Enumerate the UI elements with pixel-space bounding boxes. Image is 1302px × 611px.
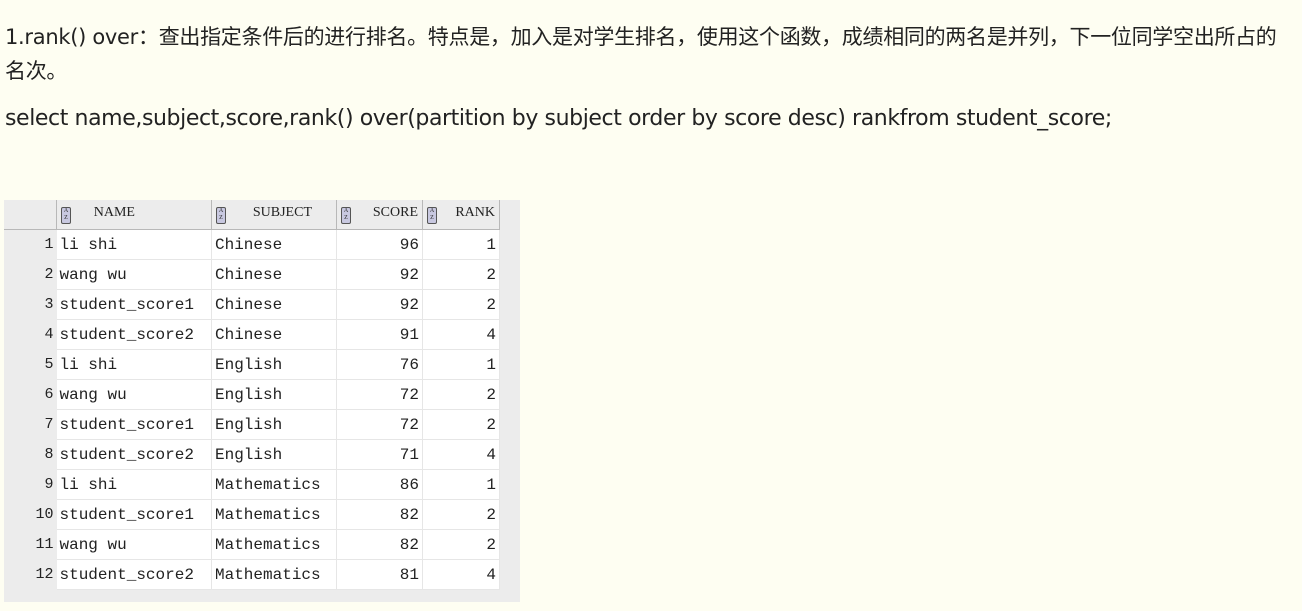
table-row[interactable]: 4 student_score2 Chinese 91 4	[4, 319, 500, 350]
cell-rank[interactable]: 2	[422, 529, 500, 560]
cell-subject[interactable]: Mathematics	[211, 499, 337, 530]
cell-name[interactable]: student_score1	[56, 289, 212, 320]
cell-score[interactable]: 91	[336, 319, 423, 350]
sort-icon[interactable]: AZ	[216, 207, 226, 224]
table-row[interactable]: 12 student_score2 Mathematics 81 4	[4, 559, 500, 590]
cell-subject[interactable]: English	[211, 409, 337, 440]
row-number: 11	[4, 529, 57, 560]
cell-rank[interactable]: 1	[422, 469, 500, 500]
cell-subject[interactable]: English	[211, 439, 337, 470]
cell-name[interactable]: li shi	[56, 349, 212, 380]
header-row: A Z NAME A Z SUBJECT A Z SCORE A Z RANK	[4, 200, 500, 230]
cell-rank[interactable]: 2	[422, 409, 500, 440]
row-number: 3	[4, 289, 57, 320]
table-row[interactable]: 3 student_score1 Chinese 92 2	[4, 289, 500, 320]
cell-subject[interactable]: Chinese	[211, 319, 337, 350]
table-row[interactable]: 2 wang wu Chinese 92 2	[4, 259, 500, 290]
cell-score[interactable]: 82	[336, 529, 423, 560]
cell-score[interactable]: 92	[336, 259, 423, 290]
cell-rank[interactable]: 2	[422, 499, 500, 530]
row-number: 1	[4, 229, 57, 260]
cell-rank[interactable]: 2	[422, 289, 500, 320]
header-label: SUBJECT	[252, 205, 312, 220]
row-number: 8	[4, 439, 57, 470]
column-header-name[interactable]: A Z NAME	[56, 200, 212, 230]
table-row[interactable]: 10 student_score1 Mathematics 82 2	[4, 499, 500, 530]
result-table: A Z NAME A Z SUBJECT A Z SCORE A Z RANK 1 li shi C…	[4, 200, 500, 590]
cell-rank[interactable]: 4	[422, 319, 500, 350]
cell-subject[interactable]: Chinese	[211, 289, 337, 320]
row-number: 7	[4, 409, 57, 440]
column-header-rank[interactable]: A Z RANK	[422, 200, 500, 230]
cell-score[interactable]: 72	[336, 409, 423, 440]
cell-subject[interactable]: Mathematics	[211, 529, 337, 560]
sort-icon[interactable]: AZ	[61, 207, 71, 224]
cell-rank[interactable]: 1	[422, 229, 500, 260]
cell-name[interactable]: li shi	[56, 229, 212, 260]
cell-score[interactable]: 82	[336, 499, 423, 530]
column-header-subject[interactable]: A Z SUBJECT	[211, 200, 337, 230]
cell-score[interactable]: 92	[336, 289, 423, 320]
cell-name[interactable]: student_score2	[56, 319, 212, 350]
cell-name[interactable]: li shi	[56, 469, 212, 500]
row-number: 4	[4, 319, 57, 350]
row-number: 5	[4, 349, 57, 380]
row-number: 2	[4, 259, 57, 290]
row-number: 12	[4, 559, 57, 590]
row-number-header	[4, 200, 57, 230]
table-row[interactable]: 9 li shi Mathematics 86 1	[4, 469, 500, 500]
description-paragraph: 1.rank() over：查出指定条件后的进行排名。特点是，加入是对学生排名，…	[5, 25, 1277, 83]
column-header-score[interactable]: A Z SCORE	[336, 200, 423, 230]
cell-subject[interactable]: Chinese	[211, 259, 337, 290]
cell-name[interactable]: student_score2	[56, 439, 212, 470]
table-row[interactable]: 7 student_score1 English 72 2	[4, 409, 500, 440]
cell-rank[interactable]: 2	[422, 259, 500, 290]
header-label: SCORE	[372, 205, 418, 220]
cell-rank[interactable]: 1	[422, 349, 500, 380]
row-number: 10	[4, 499, 57, 530]
sql-query: select name,subject,score,rank() over(pa…	[5, 106, 1112, 131]
cell-score[interactable]: 71	[336, 439, 423, 470]
cell-score[interactable]: 76	[336, 349, 423, 380]
row-number: 6	[4, 379, 57, 410]
cell-score[interactable]: 96	[336, 229, 423, 260]
cell-name[interactable]: student_score2	[56, 559, 212, 590]
row-number: 9	[4, 469, 57, 500]
table-row[interactable]: 11 wang wu Mathematics 82 2	[4, 529, 500, 560]
table-row[interactable]: 5 li shi English 76 1	[4, 349, 500, 380]
cell-name[interactable]: wang wu	[56, 259, 212, 290]
cell-name[interactable]: wang wu	[56, 379, 212, 410]
cell-name[interactable]: student_score1	[56, 409, 212, 440]
cell-rank[interactable]: 4	[422, 439, 500, 470]
cell-score[interactable]: 81	[336, 559, 423, 590]
cell-subject[interactable]: Mathematics	[211, 469, 337, 500]
table-row[interactable]: 1 li shi Chinese 96 1	[4, 229, 500, 260]
sort-icon[interactable]: AZ	[427, 207, 437, 224]
cell-rank[interactable]: 4	[422, 559, 500, 590]
table-row[interactable]: 6 wang wu English 72 2	[4, 379, 500, 410]
cell-rank[interactable]: 2	[422, 379, 500, 410]
cell-score[interactable]: 86	[336, 469, 423, 500]
sort-icon[interactable]: AZ	[341, 207, 351, 224]
cell-name[interactable]: wang wu	[56, 529, 212, 560]
cell-score[interactable]: 72	[336, 379, 423, 410]
header-label: RANK	[455, 205, 495, 220]
result-grid: A Z NAME A Z SUBJECT A Z SCORE A Z RANK 1 li shi C…	[4, 200, 520, 602]
cell-subject[interactable]: Mathematics	[211, 559, 337, 590]
header-label: NAME	[93, 205, 135, 220]
cell-name[interactable]: student_score1	[56, 499, 212, 530]
cell-subject[interactable]: Chinese	[211, 229, 337, 260]
cell-subject[interactable]: English	[211, 379, 337, 410]
cell-subject[interactable]: English	[211, 349, 337, 380]
table-row[interactable]: 8 student_score2 English 71 4	[4, 439, 500, 470]
